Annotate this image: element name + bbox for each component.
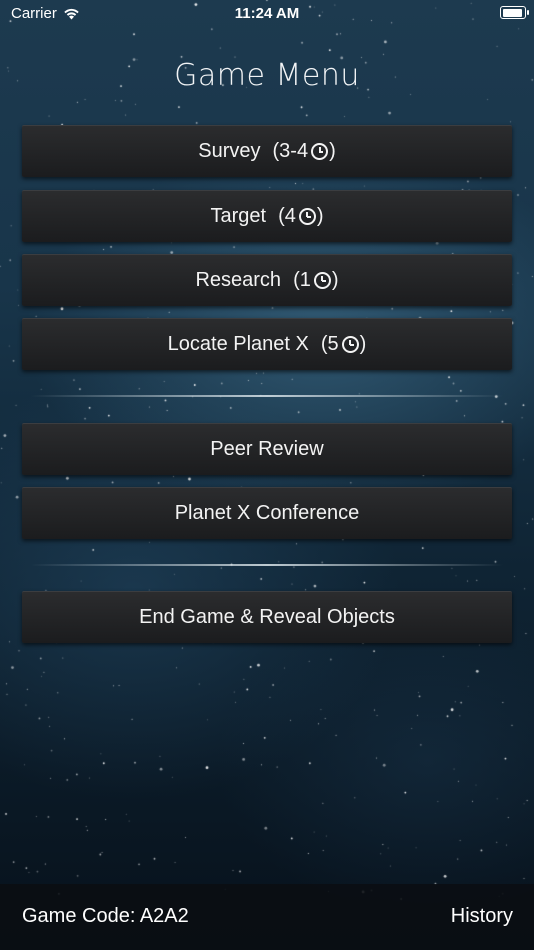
planet-x-conference-button[interactable]: Planet X Conference: [22, 487, 512, 539]
research-label: Research: [195, 269, 282, 291]
peer-review-button[interactable]: Peer Review: [22, 423, 512, 475]
survey-label: Survey: [198, 140, 261, 162]
section-divider: [30, 395, 504, 397]
survey-button[interactable]: Survey (3-4): [22, 125, 512, 177]
survey-cost: 3-4: [279, 140, 309, 162]
end-game-button[interactable]: End Game & Reveal Objects: [22, 591, 512, 643]
history-button[interactable]: History: [451, 905, 513, 928]
target-button[interactable]: Target (4): [22, 190, 512, 242]
clock-icon: [311, 143, 329, 160]
peer-review-label: Peer Review: [210, 438, 324, 460]
planet-x-conference-label: Planet X Conference: [174, 502, 360, 524]
clock-icon: [341, 336, 359, 353]
game-code-label: Game Code: A2A2: [22, 905, 189, 927]
clock-time: 11:24 AM: [234, 5, 300, 22]
clock-icon: [313, 272, 331, 289]
locate-planet-x-button[interactable]: Locate Planet X (5): [22, 318, 512, 370]
section-divider: [30, 564, 504, 566]
locate-planet-x-cost: 5: [327, 333, 339, 355]
target-cost: 4: [284, 205, 296, 227]
clock-icon: [298, 208, 316, 225]
target-label: Target: [210, 205, 267, 227]
locate-planet-x-label: Locate Planet X: [167, 333, 309, 355]
research-cost: 1: [299, 269, 311, 291]
research-button[interactable]: Research (1): [22, 254, 512, 306]
battery-icon: [500, 6, 529, 19]
status-bar: Carrier 11:24 AM: [0, 0, 534, 28]
end-game-label: End Game & Reveal Objects: [139, 606, 395, 628]
page-title: Game Menu: [174, 58, 360, 93]
footer-bar: Game Code: A2A2 History: [0, 884, 534, 950]
